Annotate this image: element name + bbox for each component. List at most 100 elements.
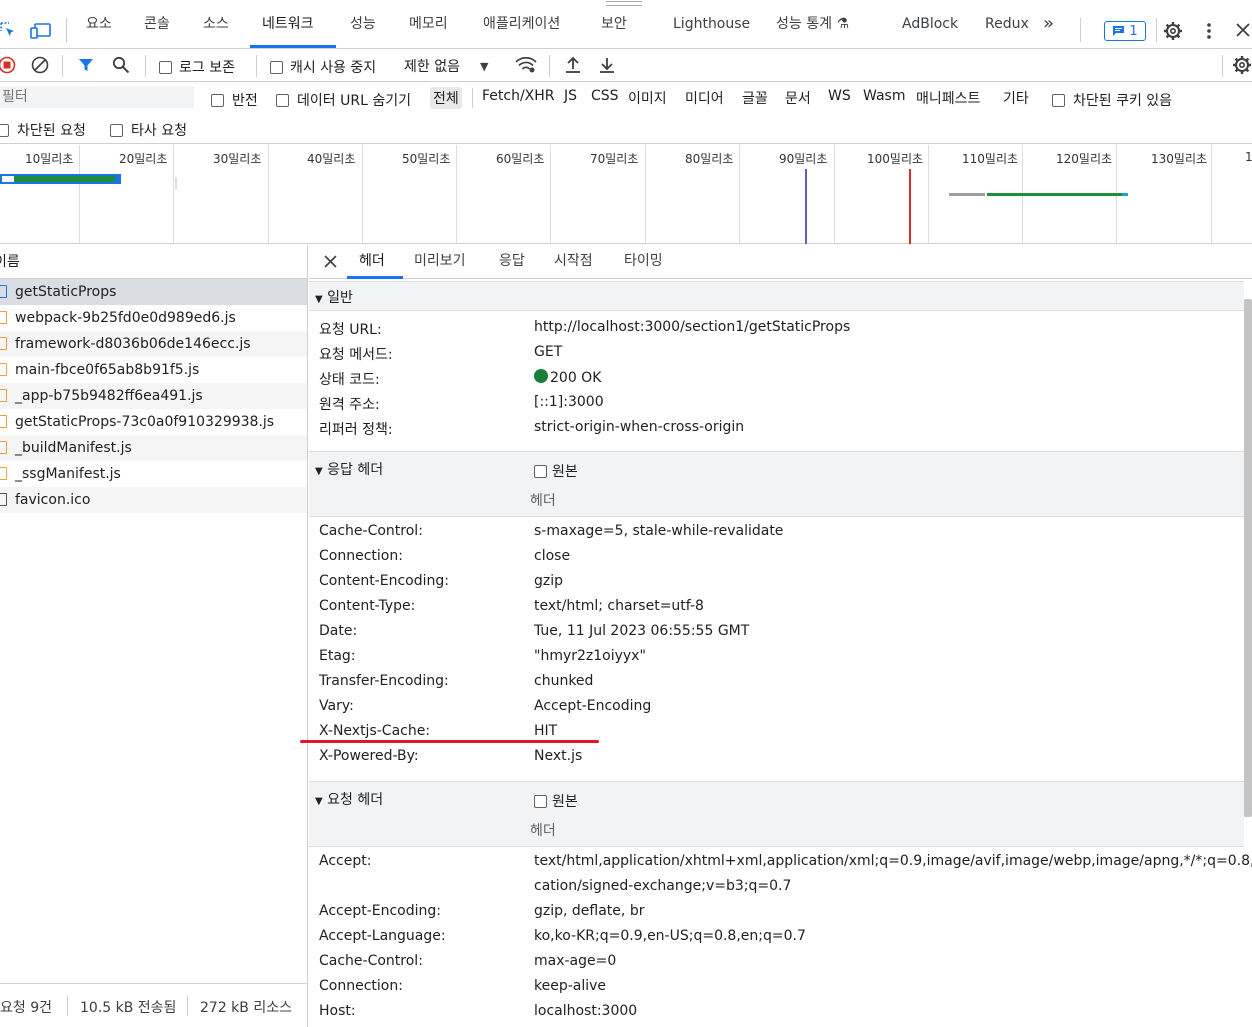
filter-funnel-icon[interactable] bbox=[78, 57, 94, 73]
request-row[interactable]: _buildManifest.js bbox=[0, 435, 307, 461]
tab-sources[interactable]: 소스 bbox=[203, 0, 229, 48]
inspect-element-icon[interactable] bbox=[0, 22, 16, 38]
blocked-requests-box[interactable] bbox=[0, 123, 9, 137]
import-har-upload-icon[interactable] bbox=[564, 55, 582, 75]
request-raw-box[interactable] bbox=[534, 794, 547, 808]
header-value[interactable]: [::1]:3000 bbox=[534, 394, 604, 410]
third-party-box[interactable] bbox=[110, 123, 123, 137]
device-toolbar-icon[interactable] bbox=[30, 22, 52, 40]
request-row[interactable]: getStaticProps bbox=[0, 279, 307, 305]
header-value[interactable]: localhost:3000 bbox=[534, 1003, 637, 1019]
request-raw-checkbox[interactable]: 원본 bbox=[534, 791, 578, 811]
tab-redux[interactable]: Redux bbox=[985, 0, 1029, 48]
request-row[interactable]: getStaticProps-73c0a0f910329938.js bbox=[0, 409, 307, 435]
hide-data-urls-box[interactable] bbox=[276, 93, 289, 107]
request-row[interactable]: webpack-9b25fd0e0d989ed6.js bbox=[0, 305, 307, 331]
name-column-header[interactable]: 이름 bbox=[0, 245, 307, 279]
header-value[interactable]: "hmyr2z1oiyyx" bbox=[534, 648, 646, 664]
hide-data-urls-checkbox[interactable]: 데이터 URL 숨기기 bbox=[276, 90, 411, 110]
tab-adblock[interactable]: AdBlock bbox=[902, 0, 958, 48]
third-party-checkbox[interactable]: 타사 요청 bbox=[110, 120, 187, 140]
header-value[interactable]: strict-origin-when-cross-origin bbox=[534, 419, 744, 435]
header-value[interactable]: chunked bbox=[534, 673, 593, 689]
tab-console[interactable]: 콘솔 bbox=[144, 0, 170, 48]
filter-type-doc[interactable]: 문서 bbox=[785, 88, 811, 108]
blocked-cookies-checkbox[interactable]: 차단된 쿠키 있음 bbox=[1052, 90, 1172, 110]
header-value-continued[interactable]: cation/signed-exchange;v=b3;q=0.7 bbox=[534, 878, 791, 894]
more-options-kebab-icon[interactable] bbox=[1206, 22, 1212, 40]
preserve-log-box[interactable] bbox=[159, 60, 172, 74]
header-value[interactable]: s-maxage=5, stale-while-revalidate bbox=[534, 523, 783, 539]
blocked-cookies-box[interactable] bbox=[1052, 93, 1065, 107]
detail-scrollbar[interactable] bbox=[1244, 299, 1252, 817]
tab-memory[interactable]: 메모리 bbox=[409, 0, 448, 48]
timeline-overview[interactable]: 10밀리초 20밀리초 30밀리초 40밀리초 50밀리초 60밀리초 70밀리… bbox=[0, 145, 1252, 244]
network-conditions-wifi-icon[interactable] bbox=[515, 57, 537, 73]
tab-performance-insights[interactable]: 성능 통계 ⚗ bbox=[776, 0, 849, 48]
close-detail-icon[interactable] bbox=[324, 255, 337, 268]
filter-type-font[interactable]: 글꼴 bbox=[742, 88, 768, 108]
tab-network[interactable]: 네트워크 bbox=[262, 0, 314, 48]
tab-performance[interactable]: 성능 bbox=[350, 0, 376, 48]
response-headers-title[interactable]: ▼ 응답 헤더 bbox=[315, 459, 1250, 479]
header-value[interactable]: HIT bbox=[534, 723, 557, 739]
header-value[interactable]: Next.js bbox=[534, 748, 582, 764]
header-value[interactable]: ko,ko-KR;q=0.9,en-US;q=0.8,en;q=0.7 bbox=[534, 928, 806, 944]
preserve-log-checkbox[interactable]: 로그 보존 bbox=[159, 57, 235, 77]
clear-icon[interactable] bbox=[31, 56, 49, 74]
search-icon[interactable] bbox=[112, 56, 130, 74]
request-row[interactable]: favicon.ico bbox=[0, 487, 307, 513]
tab-timing[interactable]: 타이밍 bbox=[624, 245, 663, 279]
filter-type-js[interactable]: JS bbox=[564, 88, 577, 104]
header-value[interactable]: GET bbox=[534, 344, 562, 360]
blocked-requests-checkbox[interactable]: 차단된 요청 bbox=[0, 120, 86, 140]
status-code-value[interactable]: 200 OK bbox=[534, 369, 601, 386]
filter-type-all[interactable]: 전체 bbox=[430, 87, 462, 109]
header-value[interactable]: http://localhost:3000/section1/getStatic… bbox=[534, 319, 850, 335]
general-section-title[interactable]: ▼ 일반 bbox=[315, 287, 1250, 307]
tab-preview[interactable]: 미리보기 bbox=[414, 245, 466, 279]
response-raw-checkbox[interactable]: 원본 bbox=[534, 461, 578, 481]
tab-initiator[interactable]: 시작점 bbox=[554, 245, 593, 279]
tab-response[interactable]: 응답 bbox=[499, 245, 525, 279]
tab-lighthouse[interactable]: Lighthouse bbox=[673, 0, 750, 48]
request-headers-title[interactable]: ▼ 요청 헤더 bbox=[315, 789, 1250, 809]
header-value[interactable]: gzip bbox=[534, 573, 563, 589]
header-value[interactable]: gzip, deflate, br bbox=[534, 903, 644, 919]
request-row[interactable]: _app-b75b9482ff6ea491.js bbox=[0, 383, 307, 409]
filter-type-media[interactable]: 미디어 bbox=[685, 88, 724, 108]
header-value[interactable]: keep-alive bbox=[534, 978, 606, 994]
request-row[interactable]: _ssgManifest.js bbox=[0, 461, 307, 487]
header-value[interactable]: text/html,application/xhtml+xml,applicat… bbox=[534, 853, 1252, 869]
disable-cache-checkbox[interactable]: 캐시 사용 중지 bbox=[270, 57, 376, 77]
export-har-download-icon[interactable] bbox=[598, 55, 616, 75]
tab-application[interactable]: 애플리케이션 bbox=[483, 0, 560, 48]
invert-box[interactable] bbox=[211, 93, 224, 107]
settings-gear-icon[interactable] bbox=[1163, 21, 1183, 41]
close-devtools-icon[interactable] bbox=[1236, 23, 1250, 37]
filter-type-ws[interactable]: WS bbox=[828, 88, 851, 104]
header-value[interactable]: close bbox=[534, 548, 570, 564]
tab-security[interactable]: 보안 bbox=[601, 0, 627, 48]
disable-cache-box[interactable] bbox=[270, 60, 283, 74]
header-value[interactable]: Accept-Encoding bbox=[534, 698, 651, 714]
tab-headers[interactable]: 헤더 bbox=[359, 245, 385, 279]
tab-elements[interactable]: 요소 bbox=[86, 0, 112, 48]
filter-type-css[interactable]: CSS bbox=[591, 88, 619, 104]
more-tabs-chevron-icon[interactable]: » bbox=[1043, 0, 1054, 48]
throttling-select[interactable]: 제한 없음 ▼ bbox=[404, 56, 488, 76]
invert-checkbox[interactable]: 반전 bbox=[211, 90, 258, 110]
filter-type-other[interactable]: 기타 bbox=[1003, 88, 1029, 108]
filter-type-fetch-xhr[interactable]: Fetch/XHR bbox=[482, 88, 555, 104]
filter-input[interactable] bbox=[0, 86, 194, 108]
response-raw-box[interactable] bbox=[534, 464, 547, 478]
issues-badge[interactable]: 1 bbox=[1104, 21, 1146, 41]
record-stop-icon[interactable] bbox=[0, 56, 16, 74]
header-value[interactable]: Tue, 11 Jul 2023 06:55:55 GMT bbox=[534, 623, 749, 639]
filter-type-manifest[interactable]: 매니페스트 bbox=[916, 88, 980, 108]
request-row[interactable]: main-fbce0f65ab8b91f5.js bbox=[0, 357, 307, 383]
header-value[interactable]: max-age=0 bbox=[534, 953, 616, 969]
request-row[interactable]: framework-d8036b06de146ecc.js bbox=[0, 331, 307, 357]
header-value[interactable]: text/html; charset=utf-8 bbox=[534, 598, 704, 614]
filter-type-img[interactable]: 이미지 bbox=[628, 88, 667, 108]
